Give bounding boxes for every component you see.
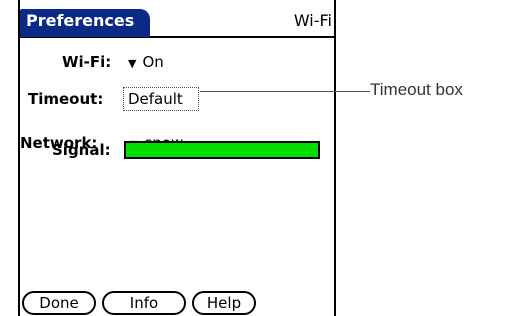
app-title: Preferences — [26, 11, 135, 30]
done-button[interactable]: Done — [22, 291, 96, 315]
help-button[interactable]: Help — [192, 291, 256, 315]
screen-left-border — [18, 0, 20, 316]
timeout-box[interactable]: Default — [123, 87, 199, 111]
info-button[interactable]: Info — [102, 291, 186, 315]
timeout-label: Timeout: — [28, 90, 104, 108]
triangle-down-icon: ▼ — [128, 57, 137, 70]
screen-right-border — [334, 0, 336, 316]
signal-label: Signal: — [52, 141, 111, 159]
wifi-dropdown[interactable]: ▼ On — [128, 53, 164, 71]
callout-line — [200, 91, 370, 92]
panel-title: Wi-Fi — [293, 11, 332, 30]
callout-label: Timeout box — [370, 80, 463, 99]
signal-bar — [124, 141, 320, 159]
wifi-value: On — [142, 53, 164, 71]
wifi-label: Wi-Fi: — [62, 53, 112, 71]
